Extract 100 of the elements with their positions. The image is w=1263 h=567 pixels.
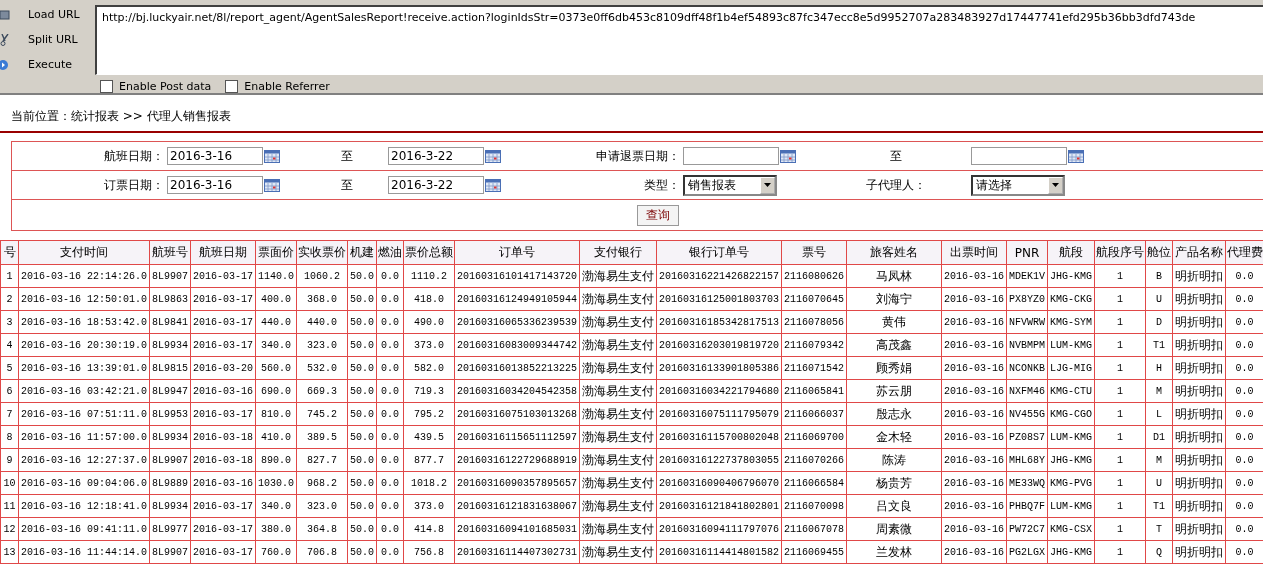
table-cell: 2016-03-16 11:44:14.0 [18, 540, 150, 564]
column-header: 航段 [1047, 240, 1095, 265]
table-cell: 9 [0, 448, 19, 472]
toolbar-button[interactable]: Split URL [0, 30, 95, 49]
table-cell: 苏云朋 [846, 379, 942, 403]
table-cell: 323.0 [296, 333, 348, 357]
table-cell: 20160316133901805386 [656, 356, 782, 380]
toolbar-button[interactable]: Load URL [0, 5, 95, 24]
table-cell: 0.0 [376, 448, 404, 472]
date-field[interactable]: 2016-3-22 [388, 147, 484, 165]
scissors-icon [0, 33, 10, 46]
checkbox[interactable] [100, 80, 113, 93]
table-cell: 50.0 [347, 471, 377, 495]
table-cell: D [1145, 310, 1173, 334]
date-field[interactable]: 2016-3-16 [167, 147, 263, 165]
table-cell: D1 [1145, 425, 1173, 449]
table-cell: 3 [0, 310, 19, 334]
table-cell: 1 [1094, 310, 1146, 334]
table-cell: 2116069700 [781, 425, 847, 449]
table-cell: KMG-PVG [1047, 471, 1095, 495]
date-field[interactable]: 2016-3-16 [167, 176, 263, 194]
table-cell: 1 [1094, 402, 1146, 426]
column-header: 支付银行 [579, 240, 657, 265]
table-cell: 1060.2 [296, 264, 348, 288]
table-cell: 8L9907 [149, 448, 191, 472]
table-cell: 20160316094111797076 [656, 517, 782, 541]
table-cell: LUM-KMG [1047, 425, 1095, 449]
table-cell: 368.0 [296, 287, 348, 311]
table-cell: MHL68Y [1006, 448, 1048, 472]
table-cell: 2016-03-16 07:51:11.0 [18, 402, 150, 426]
table-cell: 50.0 [347, 517, 377, 541]
table-cell: 2016-03-17 [190, 310, 256, 334]
table-cell: 渤海易生支付 [579, 287, 657, 311]
table-cell: 8L9815 [149, 356, 191, 380]
table-cell: 0.0 [376, 540, 404, 564]
table-cell: KMG-SYM [1047, 310, 1095, 334]
table-cell: B [1145, 264, 1173, 288]
date-field[interactable] [971, 147, 1067, 165]
table-cell: 2016-03-17 [190, 287, 256, 311]
table-cell: 20160316090357895657 [454, 471, 580, 495]
table-cell: 11 [0, 494, 19, 518]
table-cell: 2116080626 [781, 264, 847, 288]
table-cell: 10 [0, 471, 19, 495]
field-label: 订票日期： [103, 176, 165, 194]
table-cell: 1 [1094, 448, 1146, 472]
table-cell: 0.0 [376, 264, 404, 288]
date-field[interactable] [683, 147, 779, 165]
table-cell: NFVWRW [1006, 310, 1048, 334]
table-cell: 20160316125001803703 [656, 287, 782, 311]
table-cell: 1 [1094, 379, 1146, 403]
table-cell: 明折明扣 [1172, 310, 1226, 334]
toolbar-button[interactable]: Execute [0, 55, 95, 74]
table-cell: 706.8 [296, 540, 348, 564]
table-cell: 373.0 [403, 494, 455, 518]
table-cell: KMG-CKG [1047, 287, 1095, 311]
column-header: 舱位 [1145, 240, 1173, 265]
table-cell: 明折明扣 [1172, 402, 1226, 426]
table-cell: 1 [1094, 333, 1146, 357]
column-header: 票面价 [255, 240, 297, 265]
date-field[interactable]: 2016-3-22 [388, 176, 484, 194]
table-cell: 20160316203019819720 [656, 333, 782, 357]
table-cell: 560.0 [255, 356, 297, 380]
field-label: 类型： [643, 176, 681, 194]
table-cell: PX8YZ0 [1006, 287, 1048, 311]
table-cell: 2016-03-16 12:50:01.0 [18, 287, 150, 311]
dropdown[interactable]: 请选择 [971, 174, 1065, 196]
calendar-icon[interactable] [264, 149, 280, 163]
calendar-icon[interactable] [485, 178, 501, 192]
table-cell: 20160316121841802801 [656, 494, 782, 518]
column-header: 出票时间 [941, 240, 1007, 265]
table-cell: 810.0 [255, 402, 297, 426]
table-cell: 2016-03-16 [941, 425, 1007, 449]
table-cell: 20160316122737803055 [656, 448, 782, 472]
play-icon [0, 58, 10, 71]
dropdown[interactable]: 销售报表 [683, 174, 777, 196]
table-cell: 340.0 [255, 494, 297, 518]
table-cell: 顾秀娟 [846, 356, 942, 380]
column-header: 支付时间 [18, 240, 150, 265]
table-cell: KMG-CTU [1047, 379, 1095, 403]
calendar-icon[interactable] [485, 149, 501, 163]
calendar-icon[interactable] [264, 178, 280, 192]
calendar-icon[interactable] [1068, 149, 1084, 163]
table-cell: 2016-03-16 [941, 471, 1007, 495]
table-cell: JHG-KMG [1047, 448, 1095, 472]
table-cell: 明折明扣 [1172, 379, 1226, 403]
calendar-icon[interactable] [780, 149, 796, 163]
table-cell: 8L9863 [149, 287, 191, 311]
table-cell: 明折明扣 [1172, 287, 1226, 311]
table-cell: 2016-03-16 [941, 356, 1007, 380]
table-cell: 2016-03-16 [190, 471, 256, 495]
table-cell: 2016-03-18 [190, 448, 256, 472]
checkbox[interactable] [225, 80, 239, 93]
table-cell: 2016-03-18 [190, 425, 256, 449]
breadcrumb: 当前位置：统计报表 >> 代理人销售报表 [10, 108, 232, 125]
table-cell: 刘海宁 [846, 287, 942, 311]
table-cell: 2116069455 [781, 540, 847, 564]
table-cell: 1 [1094, 517, 1146, 541]
table-cell: 2016-03-17 [190, 333, 256, 357]
query-button[interactable]: 查询 [636, 204, 679, 226]
url-field[interactable]: http://bj.luckyair.net/8l/report_agent/AgentSalesReport!receive.action?loginIdsStr=0373e0ff6db453c8109dff48f1b4ef54893c87fc347ecc8e5d9952707a283483927d17447741efd295b36bb3dfd743de [95, 5, 1263, 75]
